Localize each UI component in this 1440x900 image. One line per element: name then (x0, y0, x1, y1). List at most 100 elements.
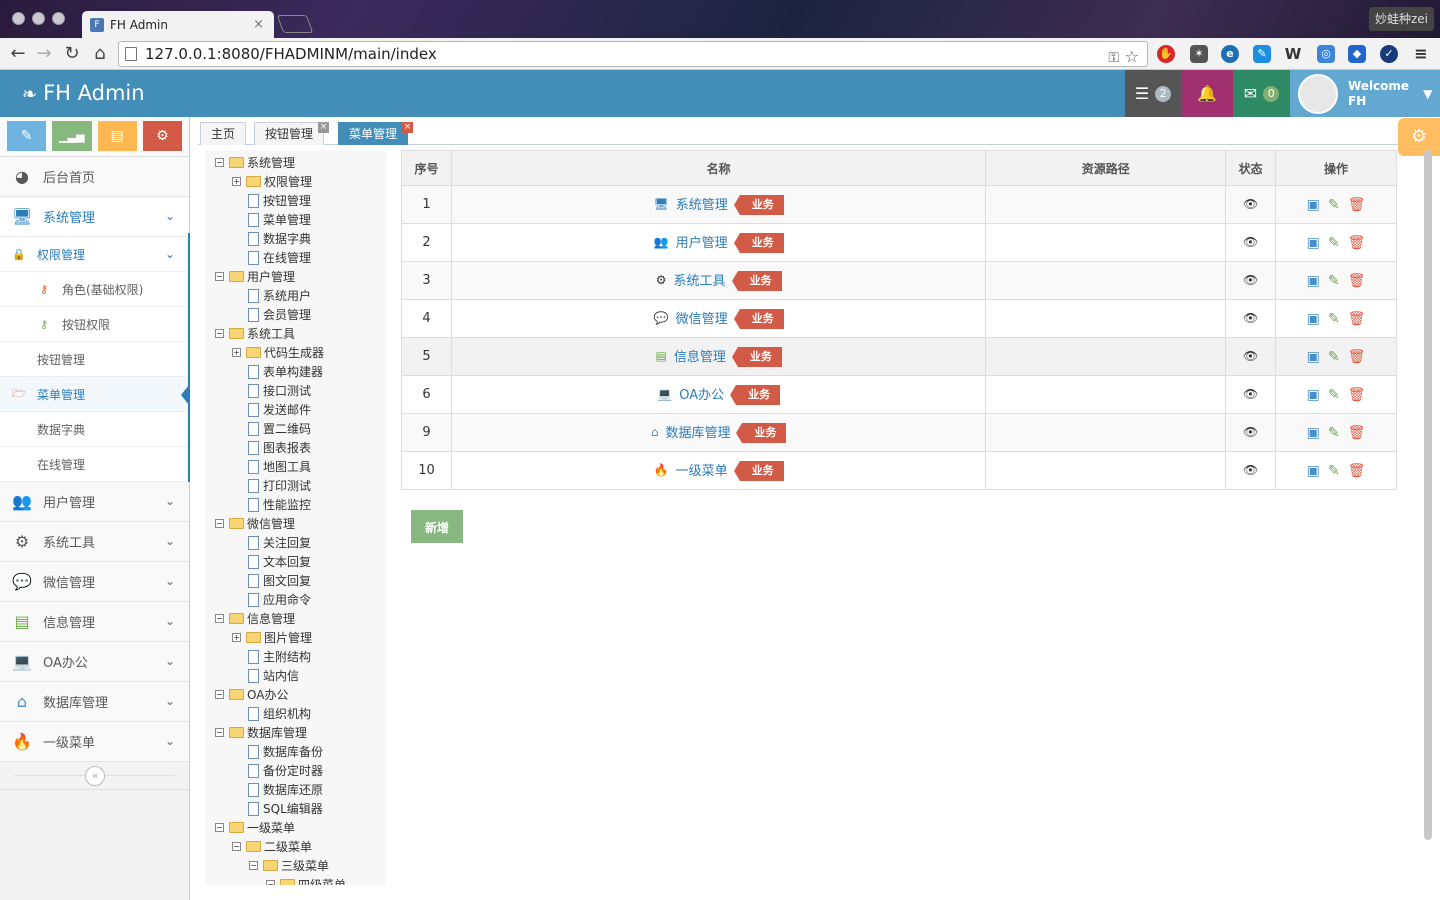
tree-node[interactable]: 应用命令 (232, 590, 311, 609)
eye-icon[interactable]: 👁 (1243, 387, 1258, 401)
tree-node[interactable]: − OA办公 (215, 685, 288, 704)
tree-node[interactable]: 图表报表 (232, 438, 311, 457)
tree-node[interactable]: 备份定时器 (232, 761, 323, 780)
trash-icon[interactable]: 🗑 (1348, 197, 1366, 213)
trash-icon[interactable]: 🗑 (1348, 235, 1366, 251)
sidebar-item-database[interactable]: ⌂ 数据库管理 ⌄ (0, 682, 189, 722)
settings-gear-icon[interactable]: ⚙ (1398, 118, 1440, 156)
forward-icon[interactable]: → (32, 42, 56, 66)
tree-node[interactable]: 性能监控 (232, 495, 311, 514)
tree-node[interactable]: 会员管理 (232, 305, 311, 324)
tab-close-icon[interactable]: × (318, 122, 330, 133)
menu-name-link[interactable]: 🖥 系统管理 (654, 194, 728, 214)
menu-name-link[interactable]: 🔥 一级菜单 (654, 460, 728, 480)
tree-expand-icon[interactable]: + (232, 348, 241, 357)
sidebar-item-users[interactable]: 👥 用户管理 ⌄ (0, 482, 189, 522)
extension-icon[interactable]: e (1221, 45, 1239, 63)
star-icon[interactable]: ☆ (1125, 45, 1139, 69)
tree-node[interactable]: − 三级菜单 (249, 856, 329, 875)
profile-chip[interactable]: 妙蛙种zei (1368, 7, 1434, 31)
sidebar-item-dictionary[interactable]: 数据字典 (0, 412, 189, 447)
sidebar-item-button-manage[interactable]: 按钮管理 (0, 342, 189, 377)
sidebar-item-wechat[interactable]: 💬 微信管理 ⌄ (0, 562, 189, 602)
user-menu[interactable]: Welcome FH ▼ (1290, 70, 1440, 117)
add-button[interactable]: 新增 (411, 510, 463, 543)
sidebar-item-role[interactable]: ⚷ 角色(基础权限) (0, 272, 189, 307)
extension-icon[interactable]: ✓ (1380, 45, 1398, 63)
edit-icon[interactable]: ✎ (1328, 311, 1340, 327)
browser-tab[interactable]: F FH Admin × (82, 11, 274, 38)
home-icon[interactable]: ⌂ (88, 42, 112, 66)
zoom-window-button[interactable] (52, 12, 65, 25)
picture-icon[interactable]: ▣ (1307, 273, 1320, 289)
tree-node[interactable]: − 四级菜单 (266, 875, 346, 885)
trash-icon[interactable]: 🗑 (1348, 273, 1366, 289)
key-icon[interactable]: ⚿ (1108, 46, 1119, 70)
edit-icon[interactable]: ✎ (1328, 273, 1340, 289)
tree-node[interactable]: − 信息管理 (215, 609, 295, 628)
tree-node[interactable]: − 用户管理 (215, 267, 295, 286)
tree-node[interactable]: 数据字典 (232, 229, 311, 248)
col-header-path[interactable]: 资源路径 (985, 150, 1227, 186)
close-window-button[interactable] (12, 12, 25, 25)
picture-icon[interactable]: ▣ (1307, 387, 1320, 403)
tree-collapse-icon[interactable]: − (215, 272, 224, 281)
picture-icon[interactable]: ▣ (1307, 235, 1320, 251)
tab-close-icon[interactable]: × (402, 122, 414, 133)
tree-node[interactable]: 数据库还原 (232, 780, 323, 799)
shortcut-book-button[interactable]: ▤ (97, 121, 137, 151)
picture-icon[interactable]: ▣ (1307, 425, 1320, 441)
edit-icon[interactable]: ✎ (1328, 425, 1340, 441)
adblock-extension-icon[interactable]: ✋ (1157, 45, 1175, 63)
eye-icon[interactable]: 👁 (1243, 197, 1258, 211)
tree-node[interactable]: SQL编辑器 (232, 799, 323, 818)
tree-collapse-icon[interactable]: − (215, 519, 224, 528)
extension-icon[interactable]: ✎ (1253, 45, 1271, 63)
tab-button-manage[interactable]: 按钮管理 × (254, 122, 330, 145)
minimize-window-button[interactable] (32, 12, 45, 25)
tree-node[interactable]: − 微信管理 (215, 514, 295, 533)
notifications-button[interactable]: 🔔 (1181, 70, 1233, 117)
tree-collapse-icon[interactable]: − (232, 842, 241, 851)
tree-node[interactable]: 系统用户 (232, 286, 311, 305)
extension-icon[interactable]: ◆ (1348, 45, 1366, 63)
sidebar-item-level1[interactable]: 🔥 一级菜单 ⌄ (0, 722, 189, 762)
shortcut-signal-button[interactable]: ▁▃▅ (52, 121, 92, 151)
tree-node[interactable]: 接口测试 (232, 381, 311, 400)
scrollbar[interactable] (1424, 150, 1432, 840)
tree-node[interactable]: 站内信 (232, 666, 299, 685)
tree-node[interactable]: 图文回复 (232, 571, 311, 590)
tree-collapse-icon[interactable]: − (249, 861, 258, 870)
edit-icon[interactable]: ✎ (1328, 463, 1340, 479)
col-header-name[interactable]: 名称 (450, 150, 987, 186)
tree-node[interactable]: − 数据库管理 (215, 723, 307, 742)
eye-icon[interactable]: 👁 (1243, 463, 1258, 477)
menu-name-link[interactable]: ⚙ 系统工具 (656, 270, 726, 290)
eye-icon[interactable]: 👁 (1243, 311, 1258, 325)
menu-name-link[interactable]: ⌂ 数据库管理 (651, 422, 731, 442)
tree-collapse-icon[interactable]: − (215, 329, 224, 338)
sidebar-item-button-permission[interactable]: ⚷ 按钮权限 (0, 307, 189, 342)
tree-node[interactable]: 置二维码 (232, 419, 311, 438)
tab-menu-manage[interactable]: 菜单管理 × (338, 122, 414, 145)
back-icon[interactable]: ← (6, 42, 30, 66)
menu-name-link[interactable]: ▤ 信息管理 (655, 346, 725, 366)
sidebar-item-system[interactable]: 🖥 系统管理 ⌄ (0, 197, 189, 237)
tree-collapse-icon[interactable]: − (215, 728, 224, 737)
new-tab-button[interactable] (276, 15, 314, 33)
sidebar-item-permission[interactable]: 🔒 权限管理 ⌄ (0, 237, 189, 272)
tree-node[interactable]: 表单构建器 (232, 362, 323, 381)
tree-node[interactable]: 关注回复 (232, 533, 311, 552)
tab-home[interactable]: 主页 (200, 122, 247, 145)
edit-icon[interactable]: ✎ (1328, 197, 1340, 213)
trash-icon[interactable]: 🗑 (1348, 311, 1366, 327)
sidebar-item-menu-manage[interactable]: 🗁 菜单管理 (0, 377, 189, 412)
shortcut-pencil-button[interactable]: ✎ (7, 121, 47, 151)
picture-icon[interactable]: ▣ (1307, 311, 1320, 327)
picture-icon[interactable]: ▣ (1307, 463, 1320, 479)
reload-icon[interactable]: ↻ (60, 42, 84, 66)
edit-icon[interactable]: ✎ (1328, 387, 1340, 403)
trash-icon[interactable]: 🗑 (1348, 425, 1366, 441)
trash-icon[interactable]: 🗑 (1348, 349, 1366, 365)
menu-name-link[interactable]: 👥 用户管理 (654, 232, 728, 252)
